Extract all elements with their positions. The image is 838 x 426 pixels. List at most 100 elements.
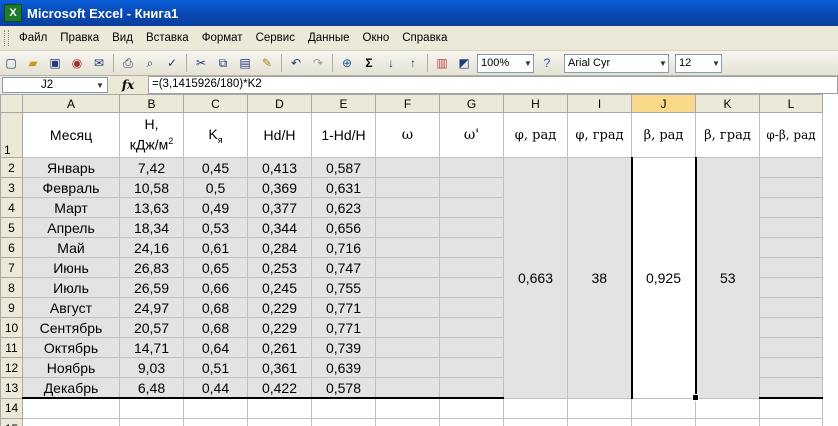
cell-1hd[interactable]: 0,623: [311, 197, 376, 218]
empty-cell[interactable]: [631, 418, 696, 426]
empty-cell[interactable]: [247, 418, 312, 426]
cell-phi-beta[interactable]: [759, 157, 823, 178]
open-icon[interactable]: ▰: [24, 54, 42, 72]
sort-ascending-icon[interactable]: ↓: [382, 54, 400, 72]
cell-omega[interactable]: [375, 257, 440, 278]
zoom-select[interactable]: 100% ▼: [477, 53, 534, 73]
cell-omega-header[interactable]: ω: [375, 112, 440, 158]
row-header[interactable]: 9: [0, 297, 23, 318]
cell-month[interactable]: Апрель: [22, 217, 120, 238]
cell-phi-deg-header[interactable]: φ, град: [567, 112, 632, 158]
cell-omega[interactable]: [375, 177, 440, 198]
empty-cell[interactable]: [375, 397, 440, 419]
menu-tools[interactable]: Сервис: [256, 32, 295, 44]
cell-k[interactable]: 0,49: [183, 197, 248, 218]
cell-omega-prime[interactable]: [439, 377, 504, 399]
menu-window[interactable]: Окно: [363, 32, 390, 44]
row-header[interactable]: 14: [0, 397, 23, 419]
save-icon[interactable]: ▣: [46, 54, 64, 72]
column-header[interactable]: B: [119, 94, 184, 113]
cell-omega-prime[interactable]: [439, 357, 504, 378]
column-header[interactable]: F: [375, 94, 440, 113]
cell-k[interactable]: 0,44: [183, 377, 248, 399]
cell-phi-deg-merged[interactable]: 38: [567, 157, 632, 399]
empty-cell[interactable]: [503, 397, 568, 419]
cell-h[interactable]: 18,34: [119, 217, 184, 238]
column-header[interactable]: C: [183, 94, 248, 113]
undo-icon[interactable]: ↶: [287, 54, 305, 72]
empty-cell[interactable]: [22, 397, 120, 419]
new-icon[interactable]: ▢: [2, 54, 20, 72]
cell-hd[interactable]: 0,361: [247, 357, 312, 378]
cell-h[interactable]: 9,03: [119, 357, 184, 378]
cell-hd[interactable]: 0,369: [247, 177, 312, 198]
cell-beta-rad-merged-selected[interactable]: 0,925: [630, 157, 697, 399]
cell-month[interactable]: Май: [22, 237, 120, 258]
chevron-down-icon[interactable]: ▼: [658, 55, 668, 72]
hyperlink-icon[interactable]: ⊕: [338, 54, 356, 72]
chevron-down-icon[interactable]: ▼: [95, 78, 105, 93]
cell-h[interactable]: 24,16: [119, 237, 184, 258]
empty-cell[interactable]: [759, 397, 823, 419]
column-header[interactable]: K: [695, 94, 760, 113]
cell-phi-beta[interactable]: [759, 337, 823, 358]
cell-1hd[interactable]: 0,631: [311, 177, 376, 198]
worksheet-grid[interactable]: A B C D E F G H I J K L 1 Месяц H, кДж/м…: [0, 94, 838, 426]
empty-cell[interactable]: [311, 397, 376, 419]
row-header[interactable]: 13: [0, 377, 23, 399]
chevron-down-icon[interactable]: ▼: [711, 55, 721, 72]
cell-phi-beta[interactable]: [759, 257, 823, 278]
cell-omega[interactable]: [375, 317, 440, 338]
autosum-icon[interactable]: Σ: [360, 54, 378, 72]
select-all-corner[interactable]: [0, 94, 23, 113]
cell-omega-prime[interactable]: [439, 197, 504, 218]
empty-cell[interactable]: [695, 418, 760, 426]
cell-omega-prime[interactable]: [439, 237, 504, 258]
cell-k[interactable]: 0,66: [183, 277, 248, 298]
cell-h[interactable]: 20,57: [119, 317, 184, 338]
paste-icon[interactable]: ▤: [236, 54, 254, 72]
cell-omega[interactable]: [375, 377, 440, 399]
column-header[interactable]: D: [247, 94, 312, 113]
row-header[interactable]: 2: [0, 157, 23, 178]
cell-omega-prime[interactable]: [439, 217, 504, 238]
row-header[interactable]: 15: [0, 418, 23, 426]
menu-grip[interactable]: [4, 30, 9, 46]
cell-phi-beta[interactable]: [759, 277, 823, 298]
row-header[interactable]: 12: [0, 357, 23, 378]
row-header[interactable]: 11: [0, 337, 23, 358]
cell-k-header[interactable]: Kя: [183, 112, 248, 158]
cell-month[interactable]: Март: [22, 197, 120, 218]
cell-1hd[interactable]: 0,771: [311, 317, 376, 338]
cell-phi-beta[interactable]: [759, 197, 823, 218]
empty-cell[interactable]: [567, 418, 632, 426]
cell-phi-beta[interactable]: [759, 357, 823, 378]
chevron-down-icon[interactable]: ▼: [523, 55, 533, 72]
menu-help[interactable]: Справка: [402, 32, 447, 44]
cell-1hd-header[interactable]: 1-Hd/H: [311, 112, 376, 158]
font-size-select[interactable]: 12 ▼: [675, 53, 722, 73]
row-header[interactable]: 5: [0, 217, 23, 238]
cell-h[interactable]: 26,83: [119, 257, 184, 278]
row-header[interactable]: 1: [0, 112, 23, 158]
row-header[interactable]: 3: [0, 177, 23, 198]
email-icon[interactable]: ✉: [90, 54, 108, 72]
print-icon[interactable]: ⎙: [119, 54, 137, 72]
cell-1hd[interactable]: 0,587: [311, 157, 376, 178]
cell-omega-prime[interactable]: [439, 277, 504, 298]
cell-month-header[interactable]: Месяц: [22, 112, 120, 158]
menu-view[interactable]: Вид: [112, 32, 133, 44]
empty-cell[interactable]: [631, 397, 696, 419]
menu-file[interactable]: Файл: [19, 32, 47, 44]
column-header[interactable]: A: [22, 94, 120, 113]
cell-k[interactable]: 0,64: [183, 337, 248, 358]
cell-omega[interactable]: [375, 357, 440, 378]
cell-1hd[interactable]: 0,755: [311, 277, 376, 298]
empty-cell[interactable]: [503, 418, 568, 426]
help-icon[interactable]: ?: [538, 54, 556, 72]
column-header[interactable]: I: [567, 94, 632, 113]
menu-data[interactable]: Данные: [308, 32, 350, 44]
cell-1hd[interactable]: 0,578: [311, 377, 376, 399]
cell-omega-prime[interactable]: [439, 177, 504, 198]
chart-wizard-icon[interactable]: ▥: [433, 54, 451, 72]
